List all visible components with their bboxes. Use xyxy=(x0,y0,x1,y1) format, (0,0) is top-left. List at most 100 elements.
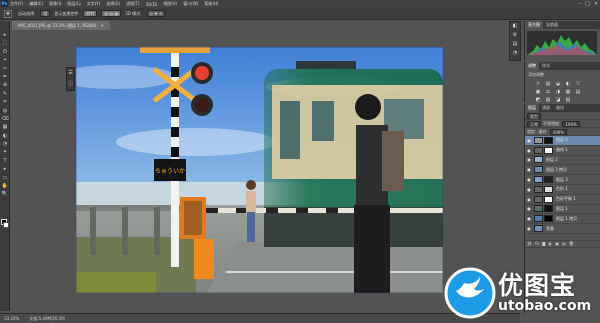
move-tool[interactable]: ▸ xyxy=(0,31,10,39)
menu-help[interactable]: 帮助(H) xyxy=(204,1,218,7)
blur-tool[interactable]: ◐ xyxy=(0,132,10,140)
tab-paths[interactable]: 路径 xyxy=(553,104,567,112)
swatches-icon[interactable]: ◔ xyxy=(510,49,520,58)
trash-icon[interactable]: 🗑 xyxy=(569,241,574,246)
menu-type[interactable]: 文字(Y) xyxy=(87,1,101,7)
history-brush-tool[interactable]: ◍ xyxy=(0,107,10,115)
visibility-eye-icon[interactable]: ● xyxy=(526,148,532,153)
menu-3d[interactable]: 3D(D) xyxy=(146,2,158,7)
healing-tool[interactable]: ⊕ xyxy=(0,81,10,89)
path-select-tool[interactable]: ▸ xyxy=(0,165,10,173)
tab-styles[interactable]: 样式 xyxy=(539,62,553,70)
lasso-tool[interactable]: ʘ xyxy=(0,48,10,56)
menu-file[interactable]: 文件(F) xyxy=(10,1,23,7)
vibrance-icon[interactable]: ▽ xyxy=(575,81,581,87)
gradient-tool[interactable]: ▦ xyxy=(0,123,10,131)
channel-mixer-icon[interactable]: ▤ xyxy=(575,89,581,95)
shape-tool[interactable]: ▭ xyxy=(0,174,10,182)
properties-icon[interactable]: ⚙ xyxy=(510,31,520,40)
layer-mask-thumbnail[interactable] xyxy=(544,146,553,154)
new-layer-icon[interactable]: ▤ xyxy=(562,241,566,246)
layer-mask-thumbnail[interactable] xyxy=(544,195,553,203)
tab-channels[interactable]: 通道 xyxy=(539,104,553,112)
pen-tool[interactable]: ✦ xyxy=(0,148,10,156)
zoom-level[interactable]: 33.33% xyxy=(4,316,19,321)
type-tool[interactable]: T xyxy=(0,157,10,165)
color-balance-icon[interactable]: ⚖ xyxy=(545,89,551,95)
visibility-eye-icon[interactable]: ● xyxy=(526,206,532,211)
layer-row[interactable]: ● 色阶 1 xyxy=(525,185,600,195)
exposure-icon[interactable]: ◐ xyxy=(565,81,571,87)
menu-filter[interactable]: 滤镜(T) xyxy=(126,1,140,7)
layer-row[interactable]: ● 图层 1 xyxy=(525,205,600,215)
layer-mask-thumbnail[interactable] xyxy=(544,176,553,184)
layer-row[interactable]: ● 图层 2 xyxy=(525,156,600,166)
curves-icon[interactable]: ◒ xyxy=(555,81,561,87)
eyedropper-tool[interactable]: ✒ xyxy=(0,73,10,81)
visibility-eye-icon[interactable]: ● xyxy=(526,138,532,143)
visibility-eye-icon[interactable]: ● xyxy=(526,167,532,172)
layer-mask-thumbnail[interactable] xyxy=(544,205,553,213)
zoom-tool[interactable]: 🔍 xyxy=(0,190,10,198)
layer-mask-thumbnail[interactable] xyxy=(544,136,553,144)
auto-select-dropdown[interactable]: 组 xyxy=(40,10,51,17)
gradient-map-icon[interactable]: ▧ xyxy=(565,97,571,103)
visibility-eye-icon[interactable]: ● xyxy=(526,177,532,182)
visibility-eye-icon[interactable]: ● xyxy=(526,226,532,231)
invert-icon[interactable]: ◩ xyxy=(535,97,541,103)
stamp-tool[interactable]: ⌗ xyxy=(0,98,10,106)
close-icon[interactable]: ✕ xyxy=(594,0,598,8)
posterize-icon[interactable]: ▨ xyxy=(545,97,551,103)
paragraph-icon[interactable]: ▤ xyxy=(510,40,520,49)
menu-view[interactable]: 视图(V) xyxy=(163,1,177,7)
visibility-eye-icon[interactable]: ● xyxy=(526,157,532,162)
quick-select-tool[interactable]: ⌖ xyxy=(0,56,10,64)
layer-mask-thumbnail[interactable] xyxy=(544,185,553,193)
tab-navigator[interactable]: 导航器 xyxy=(543,21,561,29)
new-group-icon[interactable]: ▣ xyxy=(555,241,559,246)
fill-input[interactable]: 100% xyxy=(549,128,568,135)
3d-mode-icons[interactable]: ◎ ✥ ⟲ xyxy=(146,10,166,17)
levels-icon[interactable]: ▥ xyxy=(545,81,551,87)
threshold-icon[interactable]: ◪ xyxy=(555,97,561,103)
move-tool-icon[interactable]: ✥ xyxy=(4,9,12,18)
new-adjustment-icon[interactable]: ◐ xyxy=(549,241,553,246)
distribute-buttons[interactable]: ▥ ▤ ▦ xyxy=(101,10,122,17)
layer-row[interactable]: ● 图层 3 拷贝 xyxy=(525,165,600,176)
document-canvas[interactable]: ちゅういか xyxy=(76,47,443,293)
layer-row[interactable]: ● 图层 1 拷贝 xyxy=(525,214,600,225)
eraser-tool[interactable]: ⌫ xyxy=(0,115,10,123)
black-white-icon[interactable]: ◑ xyxy=(555,89,561,95)
crop-tool[interactable]: ✂ xyxy=(0,65,10,73)
layer-row[interactable]: ● 图层 3 xyxy=(525,175,600,185)
opacity-input[interactable]: 100% xyxy=(562,120,580,127)
menu-image[interactable]: 图像(I) xyxy=(49,1,61,7)
dodge-tool[interactable]: ◔ xyxy=(0,140,10,148)
layer-row[interactable]: ● 背景 xyxy=(525,224,600,234)
photo-filter-icon[interactable]: ▦ xyxy=(565,89,571,95)
minimize-icon[interactable]: – xyxy=(579,0,582,8)
panel-menu-icon[interactable]: ☰ xyxy=(67,68,74,79)
layer-row[interactable]: ● 图层 4 xyxy=(525,136,600,146)
brush-tool[interactable]: ✎ xyxy=(0,90,10,98)
layer-row[interactable]: ● 曲线 1 xyxy=(525,146,600,156)
blend-mode-select[interactable]: 正常 xyxy=(527,120,541,127)
auto-select-checkbox[interactable]: 自动选择: xyxy=(18,11,35,17)
maximize-icon[interactable]: □ xyxy=(585,0,590,8)
visibility-eye-icon[interactable]: ● xyxy=(526,197,532,202)
tab-layers[interactable]: 图层 xyxy=(525,104,539,112)
layer-style-icon[interactable]: fx xyxy=(535,241,539,246)
visibility-eye-icon[interactable]: ● xyxy=(526,187,532,192)
visibility-eye-icon[interactable]: ● xyxy=(526,216,532,221)
layer-row[interactable]: ● 色彩平衡 1 xyxy=(525,195,600,205)
close-tab-icon[interactable]: × xyxy=(101,23,104,28)
menu-select[interactable]: 选择(S) xyxy=(106,1,120,7)
link-layers-icon[interactable]: ⛓ xyxy=(527,241,532,246)
tab-histogram[interactable]: 直方图 xyxy=(525,21,543,29)
menu-edit[interactable]: 编辑(E) xyxy=(29,1,43,7)
hue-saturation-icon[interactable]: ▣ xyxy=(535,89,541,95)
info-icon[interactable]: ⓘ xyxy=(67,79,74,90)
align-buttons[interactable]: 对齐 xyxy=(83,10,98,17)
layer-kind-filter[interactable]: 类型 xyxy=(527,112,541,119)
history-icon[interactable]: ◧ xyxy=(510,22,520,31)
